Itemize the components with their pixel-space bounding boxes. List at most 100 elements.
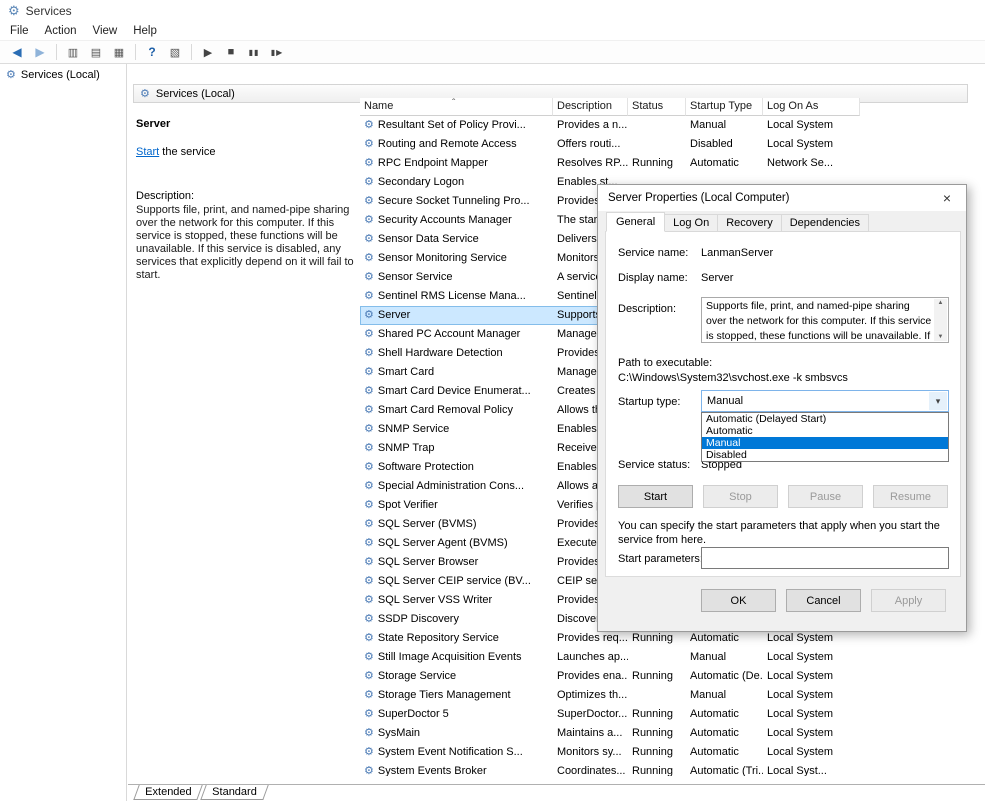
ok-button[interactable]: OK: [701, 589, 776, 612]
service-name-text: State Repository Service: [378, 632, 499, 644]
service-name-text: SQL Server CEIP service (BV...: [378, 575, 531, 587]
forward-icon[interactable]: ▶: [29, 42, 51, 62]
service-name-cell: ⚙Smart Card Device Enumerat...: [360, 382, 553, 401]
service-row[interactable]: ⚙Still Image Acquisition EventsLaunches …: [360, 648, 860, 667]
view-tab-standard[interactable]: Standard: [201, 785, 269, 800]
service-name-cell: ⚙Sensor Service: [360, 268, 553, 287]
service-name-cell: ⚙SQL Server (BVMS): [360, 515, 553, 534]
dropdown-option-disabled[interactable]: Disabled: [702, 449, 948, 461]
column-header-log-on-as[interactable]: Log On As: [763, 98, 860, 116]
view-tabs: ExtendedStandard: [128, 784, 985, 801]
dialog-description-box[interactable]: Supports file, print, and named-pipe sha…: [701, 297, 949, 343]
service-gear-icon: ⚙: [364, 632, 374, 644]
service-gear-icon: ⚙: [364, 442, 374, 454]
service-name-text: Sensor Service: [378, 271, 453, 283]
scroll-down-icon[interactable]: ▼: [938, 333, 944, 341]
service-gear-icon: ⚙: [364, 252, 374, 264]
service-row[interactable]: ⚙RPC Endpoint MapperResolves RP...Runnin…: [360, 154, 860, 173]
help-icon[interactable]: ?: [141, 42, 163, 62]
description-scrollbar[interactable]: ▲▼: [934, 299, 947, 341]
dropdown-option-automatic-delayed-start-[interactable]: Automatic (Delayed Start): [702, 413, 948, 425]
service-name-text: SQL Server Browser: [378, 556, 478, 568]
chevron-down-icon[interactable]: ▾: [929, 392, 947, 410]
service-log-on-as-cell: Local System: [763, 648, 860, 667]
service-name-text: System Event Notification S...: [378, 746, 523, 758]
service-row[interactable]: ⚙Storage Tiers ManagementOptimizes th...…: [360, 686, 860, 705]
service-name-cell: ⚙SysMain: [360, 724, 553, 743]
dialog-tab-general[interactable]: General: [606, 212, 665, 232]
service-name-text: Smart Card Removal Policy: [378, 404, 513, 416]
dialog-tab-recovery[interactable]: Recovery: [717, 214, 781, 232]
pane-header-label: Services (Local): [156, 88, 235, 100]
pause-service-icon[interactable]: ▮▮: [243, 42, 265, 62]
properties-icon[interactable]: ▤: [85, 42, 107, 62]
service-log-on-as-cell: Local Syst...: [763, 762, 860, 776]
service-name-cell: ⚙Secure Socket Tunneling Pro...: [360, 192, 553, 211]
service-row[interactable]: ⚙Storage ServiceProvides ena...RunningAu…: [360, 667, 860, 686]
service-description-text: Supports file, print, and named-pipe sha…: [136, 204, 358, 282]
dropdown-option-manual[interactable]: Manual: [702, 437, 948, 449]
start-service-icon[interactable]: ▶: [197, 42, 219, 62]
service-status-cell: Running: [628, 762, 686, 776]
service-name-cell: ⚙Special Administration Cons...: [360, 477, 553, 496]
menu-item-help[interactable]: Help: [125, 25, 165, 37]
service-name-text: Still Image Acquisition Events: [378, 651, 522, 663]
service-status-cell: Running: [628, 667, 686, 686]
column-header-name[interactable]: Nameˆ: [360, 98, 553, 116]
service-row[interactable]: ⚙SysMainMaintains a...RunningAutomaticLo…: [360, 724, 860, 743]
service-name-text: Special Administration Cons...: [378, 480, 524, 492]
service-row[interactable]: ⚙Resultant Set of Policy Provi...Provide…: [360, 116, 860, 135]
stop-service-icon[interactable]: ■: [220, 42, 242, 62]
back-icon[interactable]: ◀: [6, 42, 28, 62]
column-header-startup-type[interactable]: Startup Type: [686, 98, 763, 116]
tree-item-services-local[interactable]: ⚙ Services (Local): [0, 64, 126, 85]
view-tab-extended[interactable]: Extended: [133, 785, 203, 800]
dialog-tab-log-on[interactable]: Log On: [664, 214, 718, 232]
path-to-executable-label: Path to executable:: [618, 357, 712, 369]
start-button[interactable]: Start: [618, 485, 693, 508]
show-console-tree-icon[interactable]: ▥: [62, 42, 84, 62]
service-gear-icon: ⚙: [364, 347, 374, 359]
restart-service-icon[interactable]: ▮▶: [266, 42, 288, 62]
dialog-titlebar[interactable]: Server Properties (Local Computer): [598, 185, 966, 211]
service-status-cell: [628, 686, 686, 705]
service-status-label: Service status:: [618, 459, 690, 471]
menu-item-file[interactable]: File: [2, 25, 37, 37]
dialog-tabs: GeneralLog OnRecoveryDependencies: [606, 214, 868, 232]
dialog-close-icon[interactable]: ×: [928, 185, 966, 211]
service-row[interactable]: ⚙Routing and Remote AccessOffers routi..…: [360, 135, 860, 154]
toolbar: ◀▶▥▤▦?▧▶■▮▮▮▶: [0, 40, 985, 64]
service-startup-type-cell: Automatic (De...: [686, 667, 763, 686]
new-window-icon[interactable]: ▧: [164, 42, 186, 62]
scroll-up-icon[interactable]: ▲: [938, 299, 944, 307]
service-gear-icon: ⚙: [364, 157, 374, 169]
dropdown-option-automatic[interactable]: Automatic: [702, 425, 948, 437]
menu-item-view[interactable]: View: [85, 25, 126, 37]
service-gear-icon: ⚙: [364, 461, 374, 473]
service-name-text: Secondary Logon: [378, 176, 464, 188]
service-gear-icon: ⚙: [364, 290, 374, 302]
service-startup-type-cell: Manual: [686, 648, 763, 667]
dialog-tab-dependencies[interactable]: Dependencies: [781, 214, 869, 232]
service-name-cell: ⚙SQL Server VSS Writer: [360, 591, 553, 610]
service-row[interactable]: ⚙System Event Notification S...Monitors …: [360, 743, 860, 762]
export-list-icon[interactable]: ▦: [108, 42, 130, 62]
startup-type-combobox[interactable]: Manual ▾: [701, 390, 949, 412]
start-parameters-input[interactable]: [701, 547, 949, 569]
service-gear-icon: ⚙: [364, 727, 374, 739]
cancel-button[interactable]: Cancel: [786, 589, 861, 612]
service-row[interactable]: ⚙SuperDoctor 5SuperDoctor...RunningAutom…: [360, 705, 860, 724]
service-row[interactable]: ⚙System Events BrokerCoordinates...Runni…: [360, 762, 860, 776]
service-name-cell: ⚙Server: [360, 306, 553, 325]
services-app-icon: ⚙: [8, 3, 20, 19]
service-name-cell: ⚙Secondary Logon: [360, 173, 553, 192]
menu-item-action[interactable]: Action: [37, 25, 85, 37]
service-name-text: Security Accounts Manager: [378, 214, 512, 226]
title-bar: ⚙ Services: [0, 0, 985, 22]
service-startup-type-cell: Manual: [686, 116, 763, 135]
column-header-description[interactable]: Description: [553, 98, 628, 116]
start-service-link[interactable]: Start: [136, 146, 159, 158]
service-name-cell: ⚙Shell Hardware Detection: [360, 344, 553, 363]
startup-type-label: Startup type:: [618, 396, 680, 408]
column-header-status[interactable]: Status: [628, 98, 686, 116]
